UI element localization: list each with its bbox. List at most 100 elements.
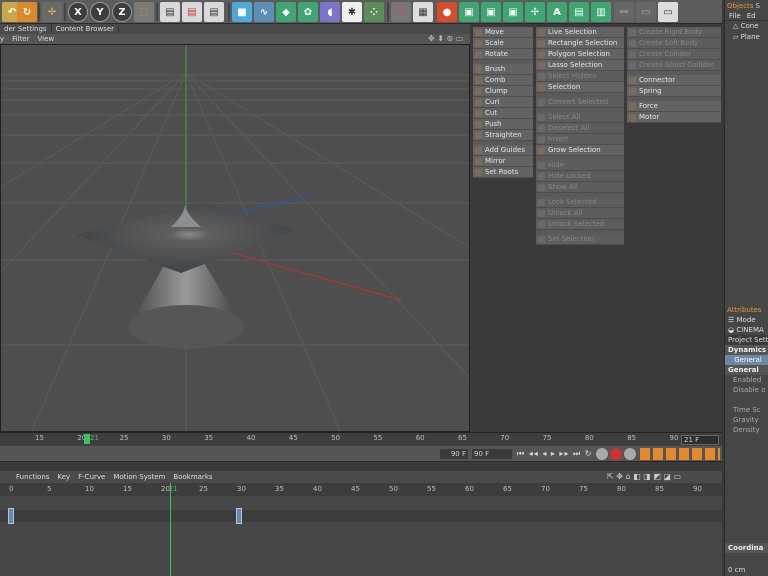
menu-item-grow-selection[interactable]: Grow Selection xyxy=(536,145,624,156)
keyframe[interactable] xyxy=(8,508,14,524)
menu-edit[interactable]: Ed xyxy=(747,12,756,20)
keyframe[interactable] xyxy=(236,508,242,524)
move-tool-icon[interactable]: ✛ xyxy=(42,2,62,22)
camera-icon[interactable]: ⁘ xyxy=(364,2,384,22)
menu-item-brush[interactable]: Brush xyxy=(473,64,533,75)
playback-controls[interactable]: ⏮ ◂◂ ◂ ▸ ▸▸ ⏭ ↻ xyxy=(517,449,592,459)
menu-mode[interactable]: ☰ Mode xyxy=(725,315,768,325)
menu-view[interactable]: View xyxy=(38,35,55,43)
menu-item-cut[interactable]: Cut xyxy=(473,108,533,119)
menu-item-comb[interactable]: Comb xyxy=(473,75,533,86)
hair-tool-icon[interactable]: ▣ xyxy=(459,2,479,22)
menu-motion-system[interactable]: Motion System xyxy=(113,473,165,481)
menu-item-straighten[interactable]: Straighten xyxy=(473,130,533,141)
y-axis-lock-icon[interactable]: Y xyxy=(90,2,110,22)
end-frame-field[interactable]: 90 F xyxy=(472,449,512,459)
menu-item-push[interactable]: Push xyxy=(473,119,533,130)
menu-item-move[interactable]: Move xyxy=(473,27,533,38)
tab-objects[interactable]: Objects xyxy=(727,2,753,10)
menu-item-spring[interactable]: Spring xyxy=(627,86,721,97)
menu-item-scale[interactable]: Scale xyxy=(473,38,533,49)
key-type-icons[interactable] xyxy=(640,448,720,460)
layout-icon[interactable]: ▭ xyxy=(636,2,656,22)
grid-icon[interactable]: ▦ xyxy=(413,2,433,22)
menu-item-connector[interactable]: Connector xyxy=(627,75,721,86)
menu-item-selection[interactable]: Selection xyxy=(536,82,624,93)
menu-filter[interactable]: Filter xyxy=(12,35,29,43)
disable-on-field[interactable]: Disable o xyxy=(725,385,768,395)
viewport-nav-icons[interactable]: ✥ ⬍ ⊛ ▭ xyxy=(428,34,463,43)
menu-item-force[interactable]: Force xyxy=(627,101,721,112)
sculpt-icon[interactable]: ✎ xyxy=(391,2,411,22)
hair-dynamics-icon[interactable]: ▥ xyxy=(591,2,611,22)
spline-pen-icon[interactable]: ∿ xyxy=(254,2,274,22)
deformer-icon[interactable]: ◖ xyxy=(320,2,340,22)
menu-item-live-selection[interactable]: Live Selection xyxy=(536,27,624,38)
timeline-ruler[interactable]: 0 5 10 15 20 21 25 30 35 40 45 50 55 60 65 70 75 80 85 90 xyxy=(0,483,722,496)
menu-bookmarks[interactable]: Bookmarks xyxy=(173,473,212,481)
coordinate-value[interactable]: 0 cm xyxy=(725,565,768,575)
current-frame-marker[interactable] xyxy=(84,434,90,444)
3d-viewport[interactable] xyxy=(0,44,470,432)
menu-f-curve[interactable]: F-Curve xyxy=(78,473,105,481)
hair-guide-icon[interactable]: A xyxy=(547,2,567,22)
coordinate-system-icon[interactable]: ⬚ xyxy=(134,2,154,22)
layout-switch-icon[interactable]: ▭ xyxy=(658,2,678,22)
object-row-plane[interactable]: ▱ Plane xyxy=(725,32,768,43)
hair-material-icon[interactable]: ▤ xyxy=(569,2,589,22)
time-scale-field[interactable]: Time Sc xyxy=(725,405,768,415)
render-picture-viewer-icon[interactable]: ▤ xyxy=(182,2,202,22)
enabled-field[interactable]: Enabled xyxy=(725,375,768,385)
tab-content-browser[interactable]: Content Browser xyxy=(52,25,120,33)
render-settings-icon[interactable]: ▤ xyxy=(204,2,224,22)
density-field[interactable]: Density xyxy=(725,425,768,435)
z-axis-lock-icon[interactable]: Z xyxy=(112,2,132,22)
menu-item-rotate[interactable]: Rotate xyxy=(473,49,533,60)
hair-cut-icon[interactable]: ✢ xyxy=(525,2,545,22)
tab-render-settings[interactable]: der Settings xyxy=(0,25,52,33)
frame-ruler[interactable]: 15 20 25 30 35 40 45 50 55 60 65 70 75 80 85 90 21 xyxy=(0,432,722,446)
menu-item-curl[interactable]: Curl xyxy=(473,97,533,108)
tab-structure[interactable]: S xyxy=(755,2,759,10)
menu-item-polygon-selection[interactable]: Polygon Selection xyxy=(536,49,624,60)
preview-end-field[interactable]: 90 F xyxy=(440,449,468,459)
menu-functions[interactable]: Functions xyxy=(16,473,49,481)
track-row[interactable] xyxy=(0,510,722,522)
menu-key[interactable]: Key xyxy=(57,473,70,481)
current-frame-field[interactable]: 21 F xyxy=(681,435,719,445)
gravity-field[interactable]: Gravity xyxy=(725,415,768,425)
menu-item-set-roots[interactable]: Set Roots xyxy=(473,167,533,178)
menu-file[interactable]: File xyxy=(729,12,741,20)
redo-icon[interactable]: ↻ xyxy=(17,2,37,22)
object-row-cone[interactable]: △ Cone xyxy=(725,21,768,32)
tab-attributes[interactable]: Attributes xyxy=(725,305,768,315)
array-icon[interactable]: ✿ xyxy=(298,2,318,22)
cube-primitive-icon[interactable]: ■ xyxy=(232,2,252,22)
general-tab-button[interactable]: General xyxy=(725,355,768,365)
timeline-tracks[interactable] xyxy=(0,496,722,576)
menu-item-rectangle-selection[interactable]: Rectangle Selection xyxy=(536,38,624,49)
menu-display[interactable]: y xyxy=(0,35,4,43)
menu-item-motor[interactable]: Motor xyxy=(627,112,721,123)
menu-item-add-guides[interactable]: Add Guides xyxy=(473,145,533,156)
hair-comb-icon[interactable]: ▣ xyxy=(481,2,501,22)
record-icon[interactable]: ● xyxy=(437,2,457,22)
timeline-playhead[interactable] xyxy=(170,483,171,576)
x-axis-lock-icon[interactable]: X xyxy=(68,2,88,22)
toolbar-separator xyxy=(38,3,40,21)
ruler-tick-label: 80 xyxy=(584,434,594,442)
menu-item-label: Selection xyxy=(548,83,581,91)
scene-icon[interactable]: ✱ xyxy=(342,2,362,22)
nurbs-icon[interactable]: ◆ xyxy=(276,2,296,22)
timeline-view-icons[interactable]: ⇱ ✥ ⌂ ◧ ◨ ◩ ◪ ▭ xyxy=(607,472,681,481)
project-settings-field[interactable]: Project Sett xyxy=(725,335,768,345)
autokey-icon[interactable] xyxy=(610,448,622,460)
keyframe-selection-icon[interactable] xyxy=(624,448,636,460)
menu-item-lasso-selection[interactable]: Lasso Selection xyxy=(536,60,624,71)
menu-item-clump[interactable]: Clump xyxy=(473,86,533,97)
menu-item-mirror[interactable]: Mirror xyxy=(473,156,533,167)
hair-brush-icon[interactable]: ▣ xyxy=(503,2,523,22)
render-view-icon[interactable]: ▤ xyxy=(160,2,180,22)
record-keyframe-icon[interactable] xyxy=(596,448,608,460)
snap-icon[interactable]: ⚯ xyxy=(614,2,634,22)
